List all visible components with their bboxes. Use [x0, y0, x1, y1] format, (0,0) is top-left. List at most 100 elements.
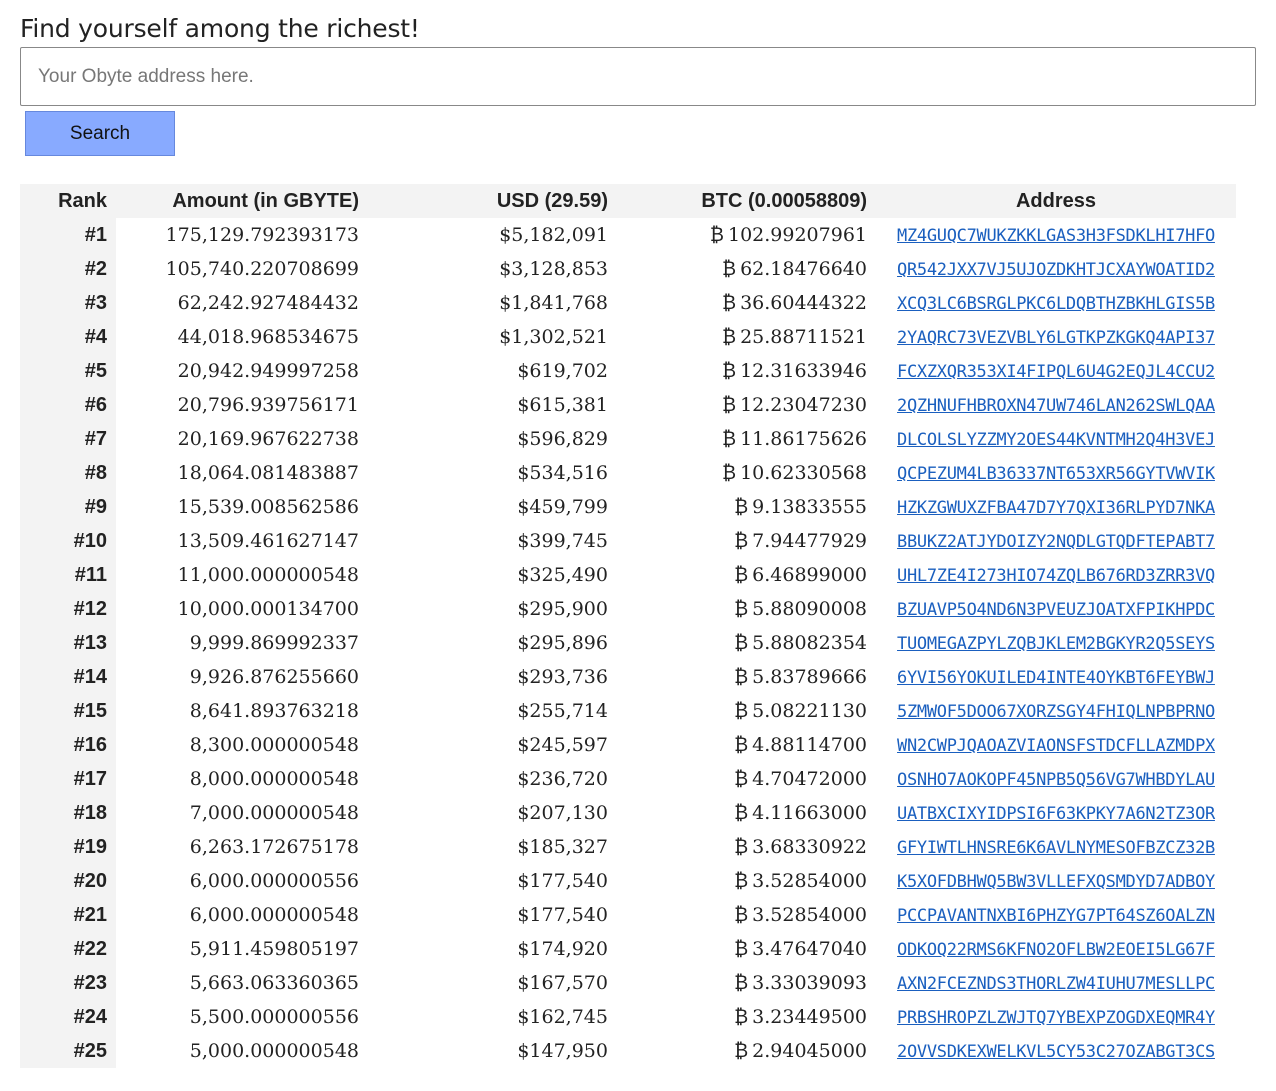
btc-value: 10.62330568 — [740, 461, 867, 484]
usd-cell: $619,702 — [517, 360, 608, 382]
amount-cell: 20,796.939756171 — [177, 394, 359, 416]
usd-cell: $295,900 — [517, 598, 608, 620]
btc-value: 3.52854000 — [752, 903, 867, 926]
btc-value: 5.83789666 — [752, 665, 867, 688]
table-row: #18 7,000.000000548 $207,130 ₿ 4.11663000 UAT… — [20, 796, 1236, 830]
column-header-usd: USD (29.59) — [368, 184, 617, 218]
amount-cell: 11,000.000000548 — [177, 564, 359, 586]
table-row: #6 20,796.939756171 $615,381 ₿ 12.23047230 2Q… — [20, 388, 1236, 422]
table-row: #22 5,911.459805197 $174,920 ₿ 3.47647040 ODK… — [20, 932, 1236, 966]
address-link[interactable]: 5ZMWOF5DOO67XORZSGY4FHIQLNPBPRNO — [897, 702, 1215, 722]
address-link[interactable]: FCXZXQR353XI4FIPQL6U4G2EQJL4CCU2 — [897, 362, 1215, 382]
bitcoin-icon: ₿ — [734, 937, 749, 960]
btc-cell: ₿ 9.13833555 — [617, 490, 876, 524]
address-cell: OSNHO7AOKOPF45NPB5Q56VG7WHBDYLAU — [876, 762, 1236, 796]
rank-cell: #18 — [20, 796, 116, 830]
btc-cell: ₿ 4.70472000 — [617, 762, 876, 796]
address-link[interactable]: QR542JXX7VJ5UJOZDKHTJCXAYWOATID2 — [897, 260, 1215, 280]
address-link[interactable]: 6YVI56YOKUILED4INTE4OYKBT6FEYBWJ — [897, 668, 1215, 688]
rank-cell: #6 — [20, 388, 116, 422]
rank-cell: #9 — [20, 490, 116, 524]
address-link[interactable]: PCCPAVANTNXBI6PHZYG7PT64SZ6OALZN — [897, 906, 1215, 926]
address-link[interactable]: 2QZHNUFHBROXN47UW746LAN262SWLQAA — [897, 396, 1215, 416]
address-cell: TUOMEGAZPYLZQBJKLEM2BGKYR2Q5SEYS — [876, 626, 1236, 660]
address-cell: UATBXCIXYIDPSI6F63KPKY7A6N2TZ3OR — [876, 796, 1236, 830]
btc-value: 12.31633946 — [740, 359, 867, 382]
usd-cell: $255,714 — [517, 700, 608, 722]
address-search-input[interactable] — [20, 47, 1256, 106]
address-cell: ODKOQ22RMS6KFNO2OFLBW2EOEI5LG67F — [876, 932, 1236, 966]
table-row: #20 6,000.000000556 $177,540 ₿ 3.52854000 K5X… — [20, 864, 1236, 898]
bitcoin-icon: ₿ — [721, 257, 737, 280]
btc-value: 3.52854000 — [752, 869, 867, 892]
btc-cell: ₿ 5.83789666 — [617, 660, 876, 694]
address-link[interactable]: XCQ3LC6BSRGLPKC6LDQBTHZBKHLGIS5B — [897, 294, 1215, 314]
table-row: #5 20,942.949997258 $619,702 ₿ 12.31633946 FC… — [20, 354, 1236, 388]
usd-cell: $5,182,091 — [499, 224, 608, 246]
btc-value: 4.88114700 — [752, 733, 867, 756]
btc-cell: ₿ 3.52854000 — [617, 864, 876, 898]
table-row: #2 105,740.220708699 $3,128,853 ₿ 62.1847664… — [20, 252, 1236, 286]
amount-cell: 8,641.893763218 — [189, 700, 359, 722]
usd-cell: $174,920 — [517, 938, 608, 960]
bitcoin-icon: ₿ — [734, 801, 749, 824]
address-link[interactable]: UATBXCIXYIDPSI6F63KPKY7A6N2TZ3OR — [897, 804, 1215, 824]
address-link[interactable]: AXN2FCEZNDS3THORLZW4IUHU7MESLLPC — [897, 974, 1215, 994]
address-link[interactable]: PRBSHROPZLZWJTQ7YBEXPZOGDXEQMR4Y — [897, 1008, 1215, 1028]
address-link[interactable]: QCPEZUM4LB36337NT653XR56GYTVWVIK — [897, 464, 1215, 484]
btc-value: 3.33039093 — [752, 971, 867, 994]
address-cell: XCQ3LC6BSRGLPKC6LDQBTHZBKHLGIS5B — [876, 286, 1236, 320]
amount-cell: 9,926.876255660 — [189, 666, 359, 688]
table-row: #19 6,263.172675178 $185,327 ₿ 3.68330922 GFY… — [20, 830, 1236, 864]
bitcoin-icon: ₿ — [734, 563, 749, 586]
amount-cell: 10,000.000134700 — [177, 598, 359, 620]
table-row: #17 8,000.000000548 $236,720 ₿ 4.70472000 OSN… — [20, 762, 1236, 796]
address-link[interactable]: BZUAVP5O4ND6N3PVEUZJOATXFPIKHPDC — [897, 600, 1215, 620]
rank-cell: #15 — [20, 694, 116, 728]
bitcoin-icon: ₿ — [734, 631, 749, 654]
usd-cell: $1,841,768 — [499, 292, 608, 314]
rank-cell: #17 — [20, 762, 116, 796]
address-link[interactable]: K5XOFDBHWQ5BW3VLLEFXQSMDYD7ADBOY — [897, 872, 1215, 892]
usd-cell: $207,130 — [517, 802, 608, 824]
amount-cell: 6,000.000000556 — [189, 870, 359, 892]
address-link[interactable]: WN2CWPJQAOAZVIAONSFSTDCFLLAZMDPX — [897, 736, 1215, 756]
amount-cell: 8,000.000000548 — [189, 768, 359, 790]
amount-cell: 9,999.869992337 — [189, 632, 359, 654]
address-link[interactable]: DLCOLSLYZZMY2OES44KVNTMH2Q4H3VEJ — [897, 430, 1215, 450]
address-link[interactable]: BBUKZ2ATJYDOIZY2NQDLGTQDFTEPABT7 — [897, 532, 1215, 552]
address-link[interactable]: UHL7ZE4I273HIO74ZQLB676RD3ZRR3VQ — [897, 566, 1215, 586]
address-link[interactable]: OSNHO7AOKOPF45NPB5Q56VG7WHBDYLAU — [897, 770, 1215, 790]
rank-cell: #4 — [20, 320, 116, 354]
address-link[interactable]: HZKZGWUXZFBA47D7Y7QXI36RLPYD7NKA — [897, 498, 1215, 518]
btc-value: 5.88082354 — [752, 631, 867, 654]
bitcoin-icon: ₿ — [721, 461, 737, 484]
address-cell: PCCPAVANTNXBI6PHZYG7PT64SZ6OALZN — [876, 898, 1236, 932]
amount-cell: 105,740.220708699 — [165, 258, 359, 280]
usd-cell: $293,736 — [517, 666, 608, 688]
address-link[interactable]: TUOMEGAZPYLZQBJKLEM2BGKYR2Q5SEYS — [897, 634, 1215, 654]
amount-cell: 5,663.063360365 — [189, 972, 359, 994]
bitcoin-icon: ₿ — [721, 325, 737, 348]
address-cell: QCPEZUM4LB36337NT653XR56GYTVWVIK — [876, 456, 1236, 490]
table-row: #16 8,300.000000548 $245,597 ₿ 4.88114700 WN2… — [20, 728, 1236, 762]
bitcoin-icon: ₿ — [721, 427, 737, 450]
btc-value: 4.70472000 — [752, 767, 867, 790]
column-header-address: Address — [876, 184, 1236, 218]
address-link[interactable]: ODKOQ22RMS6KFNO2OFLBW2EOEI5LG67F — [897, 940, 1215, 960]
btc-cell: ₿ 25.88711521 — [617, 320, 876, 354]
rank-cell: #8 — [20, 456, 116, 490]
address-link[interactable]: 2OVVSDKEXWELKVL5CY53C27OZABGT3CS — [897, 1042, 1215, 1062]
address-link[interactable]: GFYIWTLHNSRE6K6AVLNYMESOFBZCZ32B — [897, 838, 1215, 858]
search-button[interactable]: Search — [25, 111, 175, 156]
btc-cell: ₿ 2.94045000 — [617, 1034, 876, 1068]
amount-cell: 5,911.459805197 — [189, 938, 359, 960]
address-cell: HZKZGWUXZFBA47D7Y7QXI36RLPYD7NKA — [876, 490, 1236, 524]
address-link[interactable]: MZ4GUQC7WUKZKKLGAS3H3FSDKLHI7HFO — [897, 226, 1215, 246]
amount-cell: 15,539.008562586 — [177, 496, 359, 518]
address-cell: UHL7ZE4I273HIO74ZQLB676RD3ZRR3VQ — [876, 558, 1236, 592]
btc-cell: ₿ 3.33039093 — [617, 966, 876, 1000]
bitcoin-icon: ₿ — [734, 733, 749, 756]
rank-cell: #11 — [20, 558, 116, 592]
address-link[interactable]: 2YAQRC73VEZVBLY6LGTKPZKGKQ4API37 — [897, 328, 1215, 348]
